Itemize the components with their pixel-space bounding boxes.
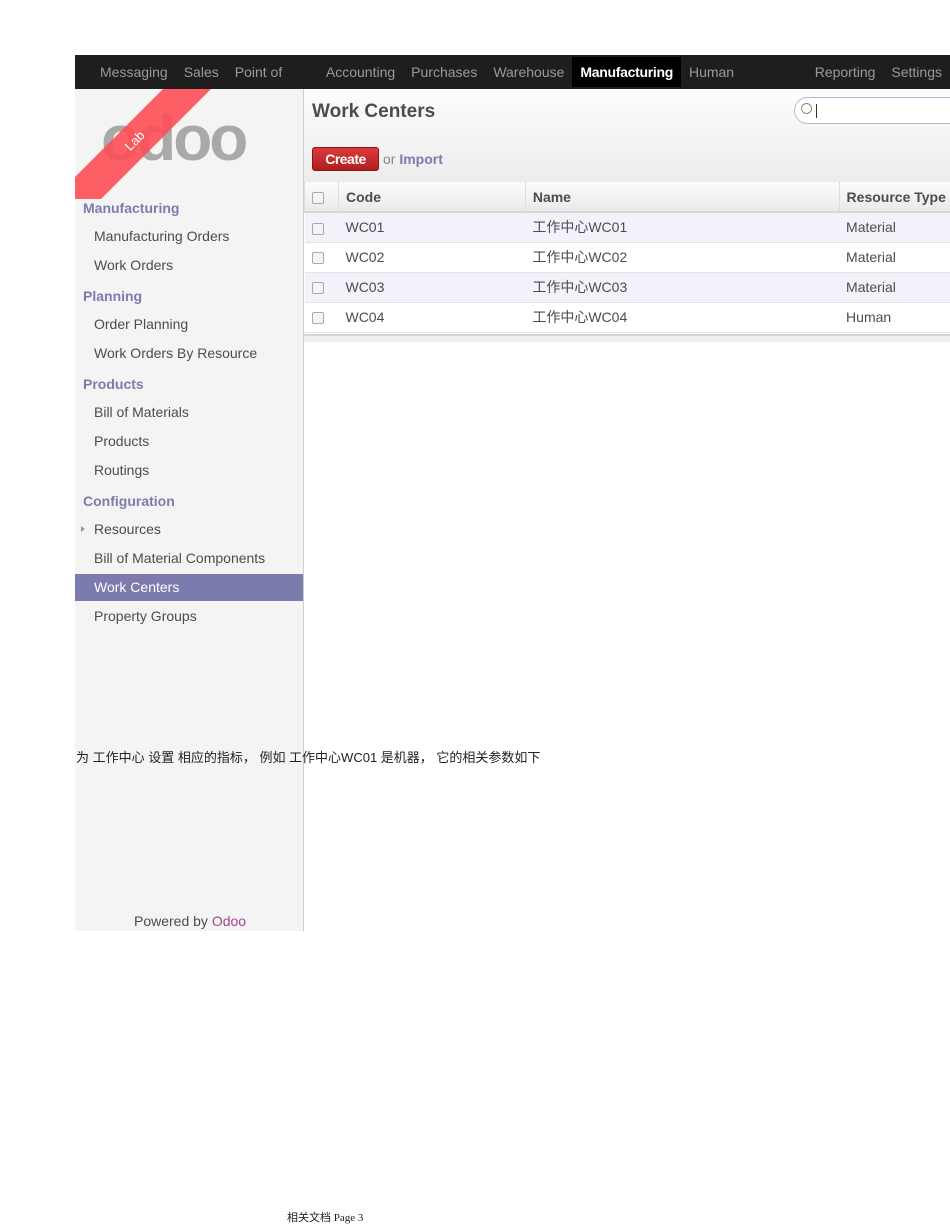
- powered-by[interactable]: Powered by Odoo: [134, 913, 246, 929]
- table-footer: [304, 334, 950, 342]
- column-header-name[interactable]: Name: [524, 182, 840, 213]
- cell-resource-type: Material: [839, 242, 950, 273]
- nav-item-settings[interactable]: Settings: [883, 57, 950, 87]
- cell-code: WC01: [338, 212, 526, 243]
- cell-name: 工作中心WC04: [525, 302, 840, 333]
- nav-item-reporting[interactable]: Reporting: [807, 57, 884, 87]
- cell-code: WC02: [338, 242, 526, 273]
- cell-code: WC03: [338, 272, 526, 303]
- column-header-resource-type[interactable]: Resource Type: [838, 182, 950, 213]
- sidebar: odoo Lab Powered by Odoo Manufacturing Ma…: [75, 89, 304, 931]
- nav-item-manufacturing[interactable]: Manufacturing: [572, 57, 681, 87]
- odoo-link[interactable]: Odoo: [212, 913, 246, 929]
- document-caption: 为 工作中心 设置 相应的指标， 例如 工作中心WC01 是机器， 它的相关参数…: [76, 750, 541, 765]
- cell-code: WC04: [338, 302, 526, 333]
- import-area: or Import: [383, 151, 443, 167]
- nav-item-warehouse[interactable]: Warehouse: [485, 57, 572, 87]
- sidebar-item-bill-of-materials[interactable]: Bill of Materials: [75, 399, 303, 426]
- nav-item-human-resources[interactable]: Human Resources: [681, 57, 807, 110]
- table-row[interactable]: WC02 工作中心WC02 Material: [304, 242, 950, 273]
- page-footer: 相关文档 Page 3: [287, 1212, 364, 1224]
- sidebar-item-routings[interactable]: Routings: [75, 457, 303, 484]
- search-icon: [801, 103, 812, 114]
- sidebar-item-order-planning[interactable]: Order Planning: [75, 311, 303, 338]
- nav-item-accounting[interactable]: Accounting: [318, 57, 403, 87]
- cell-resource-type: Human: [839, 302, 950, 333]
- create-button[interactable]: Create: [312, 147, 379, 171]
- sidebar-section-manufacturing: Manufacturing: [83, 200, 180, 216]
- sidebar-item-work-orders[interactable]: Work Orders: [75, 252, 303, 279]
- nav-item-sales[interactable]: Sales: [176, 57, 227, 87]
- row-checkbox[interactable]: [311, 282, 324, 295]
- sidebar-item-manufacturing-orders[interactable]: Manufacturing Orders: [75, 223, 303, 250]
- table-row[interactable]: WC01 工作中心WC01 Material: [304, 212, 950, 243]
- expand-caret-icon[interactable]: [81, 526, 85, 532]
- nav-item-purchases[interactable]: Purchases: [403, 57, 485, 87]
- cell-name: 工作中心WC03: [525, 272, 840, 303]
- search-input[interactable]: [794, 97, 950, 124]
- nav-item-point-of-sale[interactable]: Point of Sale: [227, 57, 318, 110]
- import-link[interactable]: Import: [399, 151, 443, 167]
- text-cursor: [816, 104, 817, 118]
- table-row[interactable]: WC03 工作中心WC03 Material: [304, 272, 950, 303]
- row-checkbox[interactable]: [311, 252, 324, 265]
- column-header-code[interactable]: Code: [337, 182, 526, 213]
- odoo-logo: odoo Lab: [75, 89, 304, 199]
- sidebar-item-resources[interactable]: Resources: [75, 516, 303, 543]
- cell-name: 工作中心WC02: [525, 242, 840, 273]
- row-checkbox[interactable]: [311, 222, 324, 235]
- sidebar-item-bill-of-material-components[interactable]: Bill of Material Components: [75, 545, 303, 572]
- main-content: Work Centers Create or Import Code Name Re…: [304, 89, 950, 931]
- row-checkbox[interactable]: [311, 312, 324, 325]
- sidebar-section-products: Products: [83, 376, 144, 392]
- sidebar-item-products[interactable]: Products: [75, 428, 303, 455]
- sidebar-item-work-orders-by-resource[interactable]: Work Orders By Resource: [75, 340, 303, 367]
- cell-resource-type: Material: [839, 212, 950, 243]
- cell-resource-type: Material: [839, 272, 950, 303]
- sidebar-item-work-centers[interactable]: Work Centers: [75, 574, 303, 601]
- sidebar-section-configuration: Configuration: [83, 493, 175, 509]
- top-navbar: MessagingSalesPoint of SaleAccountingPur…: [75, 55, 950, 110]
- sidebar-item-property-groups[interactable]: Property Groups: [75, 603, 303, 630]
- table-row[interactable]: WC04 工作中心WC04 Human: [304, 302, 950, 333]
- work-centers-table: Code Name Resource Type WC01 工作中心WC01 Materi…: [304, 182, 950, 333]
- cell-name: 工作中心WC01: [525, 212, 840, 243]
- select-all-checkbox[interactable]: [312, 191, 324, 204]
- page-title: Work Centers: [312, 101, 436, 122]
- nav-item-messaging[interactable]: Messaging: [92, 57, 176, 87]
- view-header: Work Centers Create or Import: [304, 89, 950, 182]
- sidebar-section-planning: Planning: [83, 288, 143, 304]
- odoo-screenshot: MessagingSalesPoint of SaleAccountingPur…: [75, 55, 950, 931]
